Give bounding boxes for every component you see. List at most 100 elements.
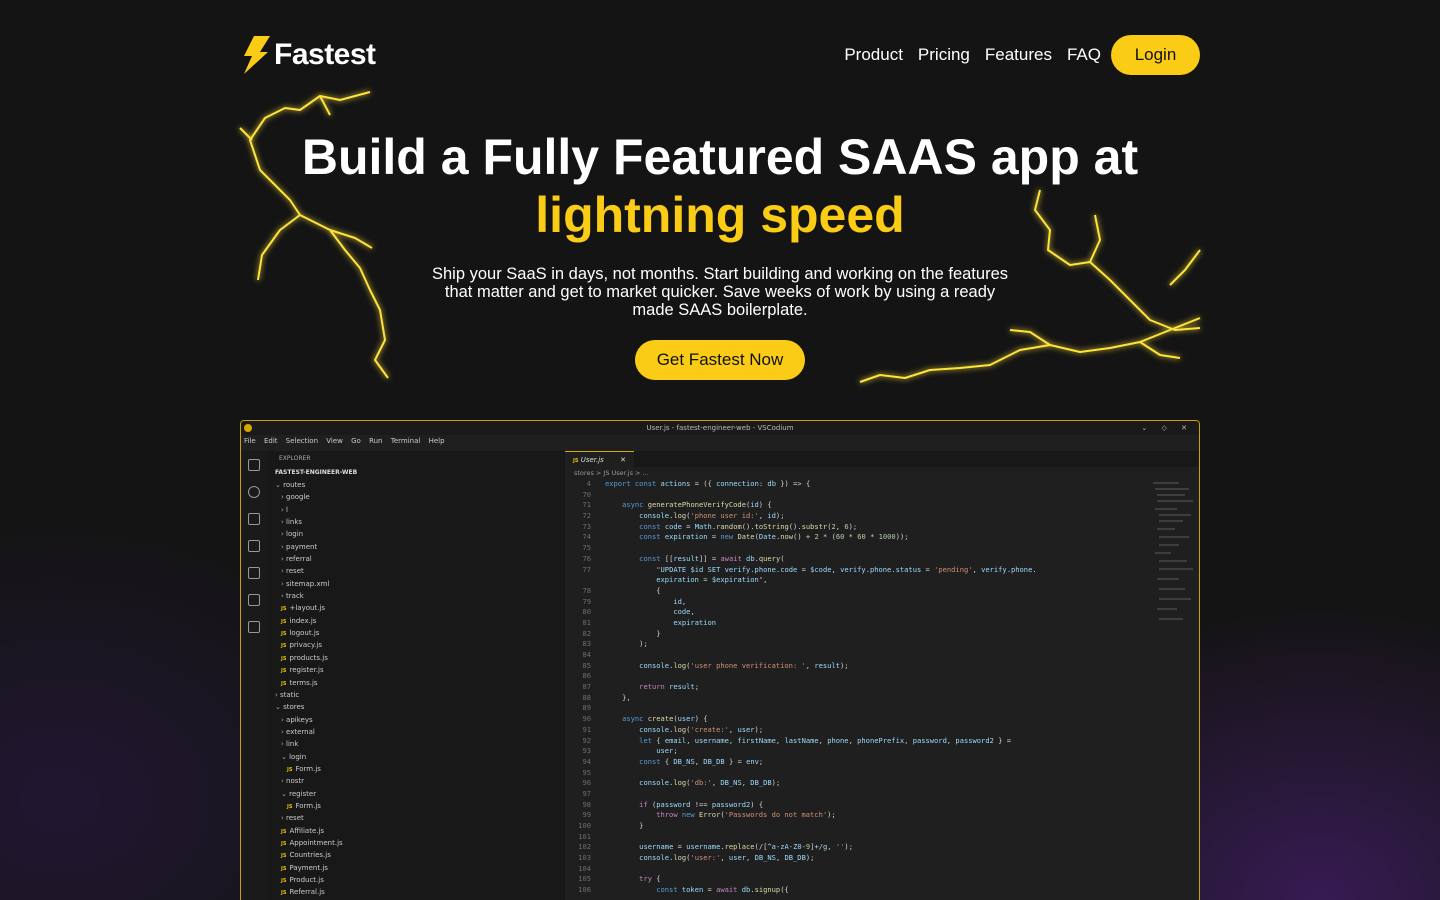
js-file-icon: JS — [281, 668, 287, 675]
tree-item: › login — [267, 528, 565, 540]
line-number: 92 — [582, 735, 591, 745]
code-text: async generatePhoneVerifyCode(id) { — [622, 500, 772, 510]
tree-item-label: Affiliate.js — [289, 826, 325, 835]
code-text: console.log('db:', DB_NS, DB_DB); — [639, 778, 781, 788]
js-file-icon: JS — [287, 766, 293, 773]
code-text: console.log('user:', user, DB_NS, DB_DB)… — [639, 853, 815, 863]
line-number: 74 — [582, 532, 591, 542]
tree-item: JS logout.js — [267, 627, 565, 639]
js-file-icon: JS — [287, 803, 293, 810]
tree-item: JS Payment.js — [267, 862, 565, 874]
js-icon: JS — [573, 458, 579, 464]
tree-item-label: products.js — [289, 653, 328, 662]
login-button[interactable]: Login — [1111, 35, 1200, 75]
tree-item: › referral — [267, 553, 565, 565]
tree-item: › link — [267, 738, 565, 750]
tree-item: › nostr — [267, 775, 565, 787]
line-number: 71 — [582, 500, 591, 510]
tree-item-label: Product.js — [289, 876, 324, 884]
code-line: 104 — [565, 864, 1149, 875]
line-number: 91 — [582, 724, 591, 734]
code-text: username = username.replace(/[^a-zA-Z0-9… — [639, 842, 853, 852]
code-line: 105 try { — [565, 874, 1149, 885]
code-line: expiration = $expiration", — [565, 575, 1149, 586]
tree-item-label: l — [286, 505, 288, 514]
tree-item: ⌄ routes — [267, 479, 565, 491]
code-text: const token = await db.signup({ — [656, 885, 789, 895]
editor-menubar: File Edit Selection View Go Run Terminal… — [241, 435, 1199, 448]
tree-item-label: login — [286, 530, 304, 539]
tree-item: › apikeys — [267, 714, 565, 726]
nav-faq[interactable]: FAQ — [1067, 45, 1101, 65]
code-line: 76 const [[result]] = await db.query( — [565, 554, 1149, 565]
nav-features[interactable]: Features — [985, 45, 1052, 65]
code-text: expiration = $expiration", — [656, 575, 768, 585]
line-number: 105 — [578, 874, 591, 884]
code-line: 93 user; — [565, 746, 1149, 757]
code-text: try { — [639, 874, 661, 884]
line-number: 100 — [578, 821, 591, 830]
line-number: 82 — [582, 628, 591, 638]
code-line: 72 console.log('phone user id:', id); — [565, 511, 1149, 522]
code-line: 4 export const actions = ({ connection: d… — [565, 479, 1149, 490]
line-number: 96 — [582, 778, 591, 788]
testing-icon — [248, 594, 260, 606]
tree-item-label: register — [289, 789, 317, 798]
code-line: 82 } — [565, 629, 1149, 640]
code-line: 70 — [565, 490, 1149, 501]
js-file-icon: JS — [281, 643, 287, 650]
tree-item-label: Form.js — [295, 764, 321, 773]
code-line: 74 const expiration = new Date(Date.now(… — [565, 532, 1149, 543]
code-text: console.log('phone user id:', id); — [639, 511, 785, 521]
line-number: 95 — [582, 767, 591, 777]
code-line: 102 username = username.replace(/[^a-zA-… — [565, 842, 1149, 853]
tree-item: ⌄ stores — [267, 701, 565, 713]
menu-terminal: Terminal — [390, 437, 421, 445]
tab-bar: JS User.js ✕ — [565, 451, 1199, 467]
line-number: 90 — [582, 714, 591, 724]
code-line: 97 — [565, 789, 1149, 800]
code-line: 79 id, — [565, 597, 1149, 608]
code-line: 101 — [565, 832, 1149, 843]
hero-title: Build a Fully Featured SAAS app at light… — [0, 128, 1440, 244]
chevron-down-icon: ⌄ — [275, 481, 284, 489]
code-text: throw new Error('Passwords do not match'… — [656, 810, 836, 820]
tree-item: JS index.js — [267, 615, 565, 627]
line-number: 104 — [578, 863, 591, 873]
hero-subtitle: Ship your SaaS in days, not months. Star… — [431, 265, 1008, 319]
line-number: 80 — [582, 607, 591, 617]
brand-logo[interactable]: Fastest — [240, 34, 376, 76]
code-line: 77 "UPDATE $id SET verify.phone.code = $… — [565, 565, 1149, 576]
tree-item: › static — [267, 689, 565, 701]
code-line: 90 async create(user) { — [565, 714, 1149, 725]
tree-item: JS Product.js — [267, 874, 565, 886]
js-file-icon: JS — [281, 853, 287, 860]
code-text: } — [656, 628, 661, 638]
tree-item-label: +layout.js — [289, 604, 325, 613]
line-number: 93 — [582, 746, 591, 756]
line-number: 94 — [582, 756, 591, 766]
tree-item: JS Referral.js — [267, 886, 565, 898]
tree-item: JS Countries.js — [267, 849, 565, 861]
get-fastest-button[interactable]: Get Fastest Now — [635, 340, 805, 380]
code-text: "UPDATE $id SET verify.phone.code = $cod… — [656, 564, 1037, 574]
tree-item-label: links — [286, 518, 303, 527]
line-number: 89 — [582, 703, 591, 713]
nav-pricing[interactable]: Pricing — [918, 45, 970, 65]
code-line: 87 return result; — [565, 682, 1149, 693]
hero-title-line1: Build a Fully Featured SAAS app at — [301, 129, 1139, 185]
editor-window-title: User.js - fastest-engineer-web - VSCodiu… — [646, 424, 794, 432]
menu-file: File — [244, 437, 256, 445]
menu-edit: Edit — [263, 437, 278, 445]
line-number: 78 — [582, 585, 591, 595]
line-number: 81 — [582, 617, 591, 627]
code-text: const expiration = new Date(Date.now() +… — [639, 532, 909, 542]
code-line: 71 async generatePhoneVerifyCode(id) { — [565, 500, 1149, 511]
line-number: 87 — [582, 682, 591, 692]
line-number: 84 — [582, 650, 591, 659]
line-number: 99 — [582, 810, 591, 820]
nav-product[interactable]: Product — [844, 45, 903, 65]
code-line: 73 const code = Math.random().toString()… — [565, 522, 1149, 533]
code-area: 4 export const actions = ({ connection: d… — [565, 479, 1149, 900]
line-number: 106 — [578, 885, 591, 895]
